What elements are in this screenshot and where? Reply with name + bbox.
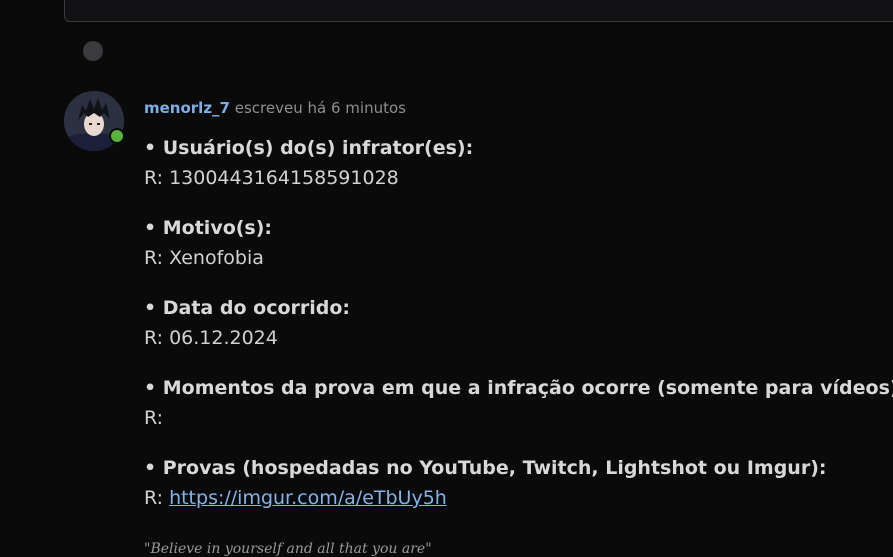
timeline-dot [83, 41, 103, 61]
report-field-offender: • Usuário(s) do(s) infrator(es): R: 1300… [144, 133, 884, 193]
previous-post-box [64, 0, 893, 22]
field-label: • Momentos da prova em que a infração oc… [144, 377, 893, 399]
field-answer: R: Xenofobia [144, 243, 884, 273]
post-timestamp[interactable]: escreveu há 6 minutos [230, 99, 406, 117]
field-label: • Motivo(s): [144, 217, 273, 239]
field-answer: R: [144, 403, 884, 433]
field-label: • Provas (hospedadas no YouTube, Twitch,… [144, 457, 827, 479]
post-header: menorlz_7 escreveu há 6 minutos [144, 99, 406, 117]
report-field-date: • Data do ocorrido: R: 06.12.2024 [144, 293, 884, 353]
answer-prefix: R: [144, 167, 170, 189]
answer-prefix: R: [144, 247, 170, 269]
report-field-reason: • Motivo(s): R: Xenofobia [144, 213, 884, 273]
evidence-link[interactable]: https://imgur.com/a/eTbUy5h [169, 487, 447, 509]
answer-value: 1300443164158591028 [169, 167, 399, 189]
answer-prefix: R: [144, 327, 170, 349]
field-answer: R: 1300443164158591028 [144, 163, 884, 193]
field-answer: R: 06.12.2024 [144, 323, 884, 353]
answer-value: Xenofobia [169, 247, 264, 269]
answer-value: 06.12.2024 [169, 327, 278, 349]
answer-prefix: R: [144, 407, 164, 429]
author-username[interactable]: menorlz_7 [144, 99, 230, 117]
post-content: • Usuário(s) do(s) infrator(es): R: 1300… [144, 133, 893, 533]
field-label: • Data do ocorrido: [144, 297, 351, 319]
report-field-evidence: • Provas (hospedadas no YouTube, Twitch,… [144, 453, 884, 513]
report-field-moments: • Momentos da prova em que a infração oc… [144, 373, 893, 433]
field-label: • Usuário(s) do(s) infrator(es): [144, 137, 474, 159]
online-status-indicator [109, 128, 125, 144]
answer-prefix: R: [144, 487, 170, 509]
field-answer: R: https://imgur.com/a/eTbUy5h [144, 483, 884, 513]
